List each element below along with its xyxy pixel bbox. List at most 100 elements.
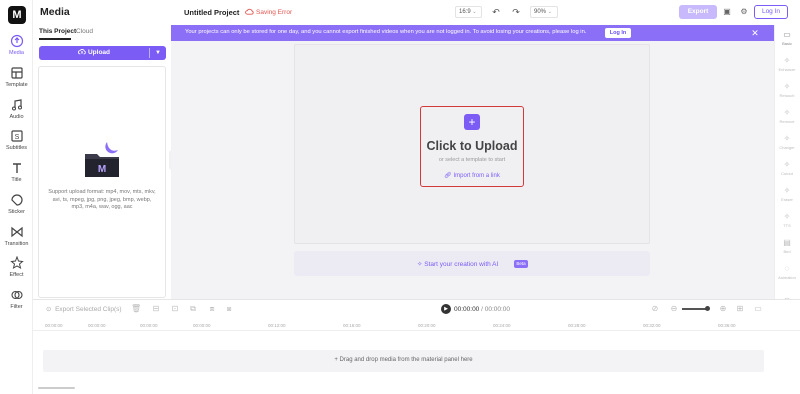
zoom-out-icon[interactable]: ⊖: [669, 304, 679, 314]
rail-item-title[interactable]: Title: [0, 161, 33, 191]
image-icon[interactable]: ▣: [721, 6, 733, 18]
upload-button[interactable]: Upload ▼: [39, 46, 166, 60]
rail-item-subtitles[interactable]: S Subtitles: [0, 129, 33, 159]
app-logo[interactable]: M: [8, 6, 26, 24]
upload-button-main[interactable]: Upload: [39, 46, 149, 60]
rail-item-filter[interactable]: Filter: [0, 288, 33, 318]
tool-label: Cutout: [781, 171, 793, 176]
ai-creation-text[interactable]: ✧ Start your creation with AI: [417, 260, 498, 268]
transition-icon: [10, 226, 23, 238]
rail-label: Effect: [9, 272, 24, 278]
split-icon[interactable]: ⊟: [151, 304, 161, 314]
import-link[interactable]: 🔗︎ Import from a link: [420, 172, 524, 179]
rail-item-sticker[interactable]: Sticker: [0, 193, 33, 223]
support-format-text: Support upload format: mp4, mov, mts, mk…: [48, 189, 156, 210]
tool-tts[interactable]: ✧ TTS: [774, 212, 800, 228]
play-icon[interactable]: ▶: [441, 304, 451, 314]
effect-icon: [9, 256, 24, 270]
tool-enhancer[interactable]: ✧ Enhancer: [774, 56, 800, 72]
empty-folder-icon: M: [85, 142, 119, 177]
monitor-icon[interactable]: ▭: [753, 304, 763, 314]
export-selected-clips[interactable]: ⊙ Export Selected Clip(s): [46, 305, 122, 313]
sticker-icon: [10, 194, 23, 206]
rail-label: Filter: [10, 304, 23, 310]
redo-icon[interactable]: ↷: [510, 6, 522, 18]
time-display: 00:00:00 / 00:00:00: [454, 306, 510, 313]
tool-eraser[interactable]: ✧ Eraser: [774, 186, 800, 202]
save-status-label: Saving Error: [256, 9, 293, 16]
copy-icon[interactable]: ⧉: [188, 304, 198, 314]
aspect-ratio-select[interactable]: 16:9 ⌄: [455, 6, 482, 18]
rail-item-transition[interactable]: Transition: [0, 225, 33, 255]
music-note-icon: [11, 99, 22, 111]
tool-label: Enhancer: [778, 67, 796, 72]
zoom-in-icon[interactable]: ⊕: [718, 304, 728, 314]
tool-label: Basic: [782, 41, 792, 46]
login-button[interactable]: Log In: [754, 5, 788, 19]
text-icon: [12, 163, 21, 173]
link-track-icon[interactable]: ⊘: [650, 304, 660, 314]
rail-item-effect[interactable]: Effect: [0, 256, 33, 286]
delete-icon[interactable]: 🗑︎: [131, 304, 141, 314]
upload-separator: [149, 48, 150, 58]
ruler-tick: 00:20:00: [418, 323, 436, 328]
tool-retouch[interactable]: ✧ Retouch: [774, 82, 800, 98]
tab-this-project[interactable]: This Project: [39, 28, 76, 35]
tool-bed[interactable]: ▤ Bed: [774, 238, 800, 254]
rail-label: Media: [9, 50, 24, 56]
plus-icon[interactable]: +: [464, 114, 480, 130]
duration: / 00:00:00: [481, 306, 511, 313]
timeline-scrollbar[interactable]: [38, 387, 75, 389]
basic-icon: ▭: [783, 30, 791, 39]
ruler-tick: 00:16:00: [343, 323, 361, 328]
replace-icon[interactable]: ⧆: [224, 304, 234, 314]
rail-item-audio[interactable]: Audio: [0, 98, 33, 128]
ruler-tick: 00:00:00: [88, 323, 106, 328]
ai-sparkle-icon: ✧: [417, 261, 423, 268]
ruler-tick: 00:24:00: [493, 323, 511, 328]
rail-item-template[interactable]: Template: [0, 66, 33, 96]
settings-icon[interactable]: ⚙: [738, 6, 750, 18]
tool-remove[interactable]: ✧ Remove: [774, 108, 800, 124]
bed-icon: ▤: [783, 238, 791, 247]
undo-icon[interactable]: ↶: [490, 6, 502, 18]
freeze-icon[interactable]: ⧈: [207, 304, 217, 314]
export-button[interactable]: Export: [679, 5, 717, 19]
timeline-zoom-knob[interactable]: [705, 306, 710, 311]
ruler-tick: 00:00:00: [193, 323, 211, 328]
drop-hint: + Drag and drop media from the material …: [334, 357, 473, 363]
ai-creation-label: Start your creation with AI: [424, 261, 499, 268]
rail-label: Transition: [4, 241, 29, 247]
tool-label: Changer: [779, 145, 795, 150]
close-icon[interactable]: ✕: [749, 27, 761, 39]
tool-animation[interactable]: ◌ Animation: [774, 264, 800, 280]
ruler-tick: 00:12:00: [268, 323, 286, 328]
cutout-icon: ✧: [783, 160, 791, 169]
crop-icon[interactable]: ⊡: [170, 304, 180, 314]
ruler-tick: 00:36:00: [718, 323, 736, 328]
enhancer-icon: ✧: [783, 56, 791, 65]
ruler-tick: 00:00:00: [140, 323, 158, 328]
tab-cloud[interactable]: Cloud: [76, 28, 93, 35]
project-title[interactable]: Untitled Project: [184, 8, 239, 17]
zoom-select[interactable]: 90% ⌄: [530, 6, 558, 18]
tool-cutout[interactable]: ✧ Cutout: [774, 160, 800, 176]
rail-label: Audio: [9, 114, 24, 120]
tab-underline: [39, 38, 71, 40]
svg-text:M: M: [98, 164, 106, 175]
rail-item-media[interactable]: Media: [0, 34, 33, 64]
tool-label: Bed: [783, 249, 791, 254]
animation-icon: ◌: [784, 264, 790, 273]
link-icon: 🔗︎: [444, 173, 452, 179]
tool-changer[interactable]: ✧ Changer: [774, 134, 800, 150]
tool-label: TTS: [783, 223, 791, 228]
tool-label: Animation: [778, 275, 796, 280]
media-library-panel: [38, 66, 166, 298]
click-to-upload-title[interactable]: Click to Upload: [420, 139, 524, 153]
chevron-down-icon[interactable]: ▼: [151, 46, 165, 60]
aspect-ratio-value: 16:9: [459, 9, 471, 15]
banner-message: Your projects can only be stored for one…: [185, 29, 587, 35]
fit-icon[interactable]: ⊞: [735, 304, 745, 314]
banner-login-button[interactable]: Log In: [605, 28, 631, 38]
tool-basic[interactable]: ▭ Basic: [774, 30, 800, 46]
